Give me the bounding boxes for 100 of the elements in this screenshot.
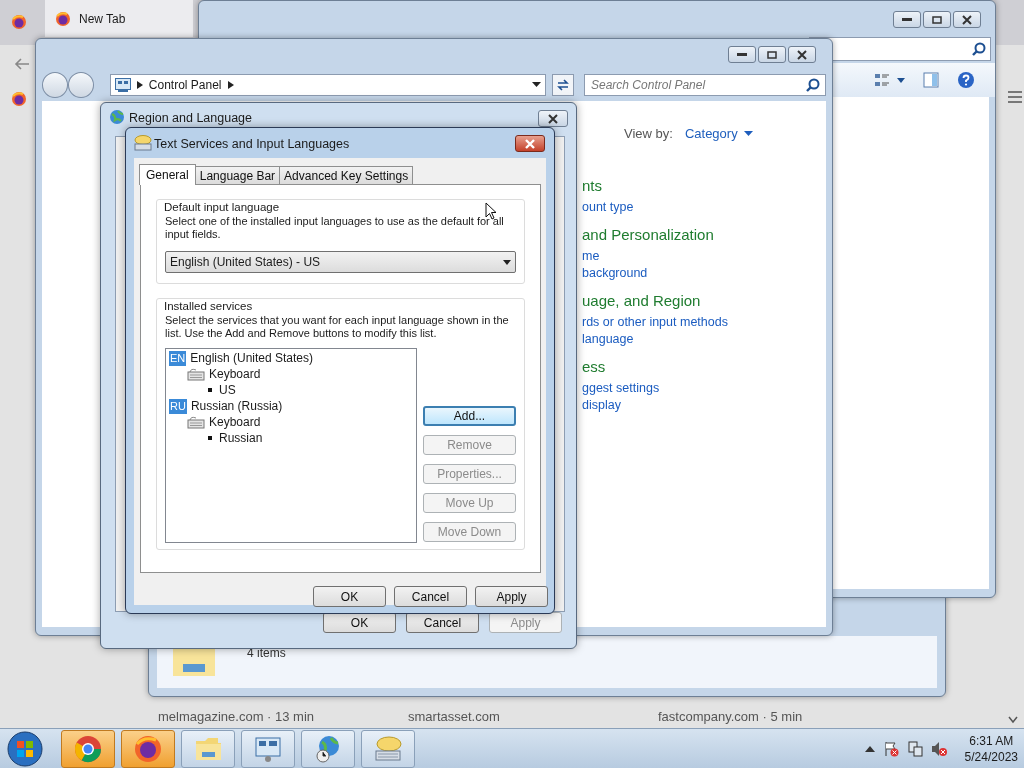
tree-item[interactable]: Keyboard [209, 415, 261, 429]
category-title[interactable]: ess [582, 358, 728, 380]
clock-date[interactable]: 5/24/2023 [964, 748, 1018, 765]
search-icon[interactable] [972, 42, 986, 56]
browser-logo-icon [74, 734, 102, 763]
maximize-button[interactable] [758, 46, 786, 63]
close-icon [959, 12, 975, 27]
dialog-button[interactable]: Cancel [406, 612, 479, 633]
tree-item[interactable]: Russian (Russia) [190, 399, 283, 413]
taskbar-button[interactable] [241, 729, 295, 768]
dialog-button[interactable]: Apply [475, 586, 548, 607]
close-button[interactable] [538, 110, 568, 127]
category-link[interactable]: ount type [582, 199, 728, 216]
maximize-icon [932, 15, 942, 24]
close-icon [545, 111, 561, 126]
language-dropdown[interactable]: English (United States) - US [165, 251, 516, 273]
category-title[interactable]: and Personalization [582, 226, 728, 248]
volume-muted-icon[interactable] [930, 740, 947, 757]
services-tree[interactable]: EN English (United States) Keyboard US RU Russian (Russia) Keyboard Russian [165, 348, 417, 543]
category-link[interactable]: rds or other input methods [582, 314, 728, 331]
category-link[interactable]: ggest settings [582, 380, 728, 397]
news-source: smartasset.com [408, 709, 501, 724]
taskbar-button[interactable] [121, 729, 175, 768]
keyboard-bubble-icon [134, 135, 152, 151]
forward-button[interactable] [67, 72, 94, 98]
browser-logo-icon [11, 14, 27, 30]
view-by-dropdown[interactable]: Category [684, 126, 753, 141]
minimize-icon [902, 17, 912, 22]
tree-item[interactable]: Keyboard [209, 367, 261, 381]
network-icon[interactable] [906, 740, 923, 757]
dropdown-icon [532, 82, 542, 88]
language-badge: RU [169, 398, 187, 414]
browser-tab[interactable]: New Tab [45, 0, 193, 37]
category-link[interactable]: background [582, 265, 728, 282]
tab[interactable]: General [139, 164, 196, 185]
group-label: Default input language [162, 201, 282, 213]
taskbar-button[interactable] [181, 729, 235, 768]
view-options-icon[interactable] [875, 72, 905, 88]
menu-icon[interactable] [1008, 91, 1022, 103]
dialog-button[interactable]: OK [323, 612, 396, 633]
tab[interactable]: Language Bar [194, 166, 281, 184]
window-title: Text Services and Input Languages [154, 137, 350, 151]
news-source: fastcompany.com · 5 min [658, 709, 804, 724]
taskbar-button[interactable] [61, 729, 115, 768]
group-description: Select the services that you want for each input language shown in the list. Use the Add and Remove buttons to modify this list. [165, 314, 510, 340]
browser-logo-icon [55, 10, 71, 27]
keyboard-bubble-icon [374, 734, 402, 763]
search-field[interactable]: Search Control Panel [584, 74, 826, 96]
category-title[interactable]: uage, and Region [582, 292, 728, 314]
taskbar-button[interactable] [301, 729, 355, 768]
tab[interactable]: Advanced Key Settings [279, 166, 414, 184]
close-icon [522, 136, 538, 151]
close-button[interactable] [788, 46, 816, 63]
minimize-button[interactable] [728, 46, 756, 63]
maximize-button[interactable] [923, 11, 951, 28]
control-panel-icon [254, 734, 282, 763]
breadcrumb-arrow-icon [227, 81, 234, 89]
clock-time[interactable]: 6:31 AM [969, 732, 1014, 749]
keyboard-icon [187, 367, 205, 381]
address-bar[interactable]: Control Panel [109, 74, 547, 96]
tree-item[interactable]: Russian [219, 431, 263, 445]
breadcrumb[interactable]: Control Panel [148, 78, 222, 92]
refresh-icon [556, 78, 571, 92]
close-button[interactable] [953, 11, 981, 28]
service-button[interactable]: Add... [423, 406, 516, 426]
flag-icon[interactable] [882, 740, 899, 757]
refresh-button[interactable] [552, 74, 574, 96]
show-hidden-icons-icon[interactable] [864, 745, 875, 752]
globe-icon [109, 109, 125, 125]
category-link[interactable]: display [582, 397, 728, 414]
start-button[interactable] [7, 730, 43, 767]
search-icon[interactable] [806, 78, 820, 92]
dialog-button[interactable]: OK [313, 586, 386, 607]
scroll-down-icon[interactable] [1008, 716, 1018, 724]
tree-item[interactable]: US [219, 383, 236, 397]
category-link[interactable]: me [582, 248, 728, 265]
keyboard-icon [187, 415, 205, 429]
group-description: Select one of the installed input languages to use as the default for all input fields. [165, 215, 505, 241]
language-badge: EN [169, 350, 187, 366]
minimize-button[interactable] [893, 11, 921, 28]
window-title: Region and Language [129, 111, 253, 125]
breadcrumb-arrow-icon [136, 81, 143, 89]
help-icon[interactable] [957, 71, 975, 89]
bullet-icon [205, 434, 215, 442]
minimize-icon [737, 52, 747, 57]
news-source: melmagazine.com · 13 min [158, 709, 316, 724]
bullet-icon [205, 386, 215, 394]
back-icon[interactable] [14, 57, 30, 71]
tree-item[interactable]: English (United States) [190, 351, 313, 365]
browser-logo-icon [11, 91, 27, 107]
category-title[interactable]: nts [582, 177, 728, 199]
dropdown-icon [503, 259, 511, 265]
group-label: Installed services [162, 300, 255, 312]
back-button[interactable] [42, 72, 68, 98]
dialog-button[interactable]: Cancel [394, 586, 467, 607]
close-button[interactable] [515, 135, 545, 152]
maximize-icon [767, 50, 777, 59]
dropdown-icon [743, 130, 753, 137]
category-link[interactable]: language [582, 331, 728, 348]
globe-clock-icon [314, 734, 342, 763]
